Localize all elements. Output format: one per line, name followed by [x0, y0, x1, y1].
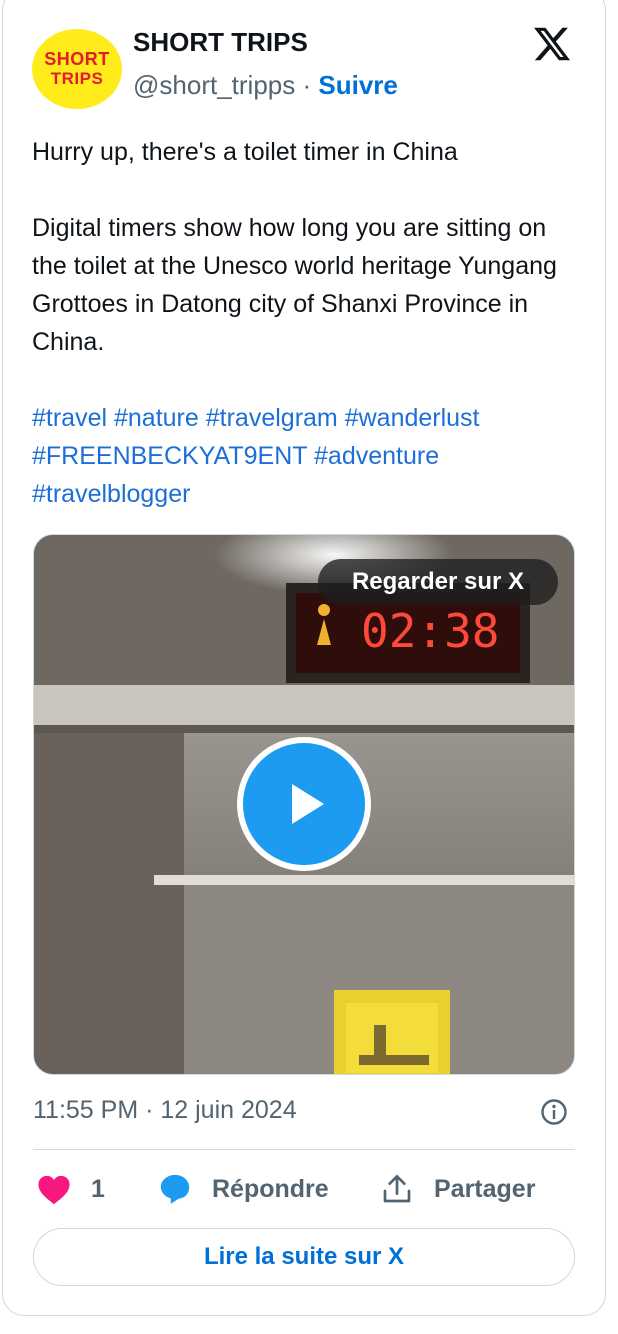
handle[interactable]: @short_tripps [133, 70, 295, 100]
read-more-button[interactable]: Lire la suite sur X [33, 1228, 575, 1286]
reply-button[interactable]: Répondre [212, 1175, 329, 1204]
timer-display: 02:38 [361, 604, 499, 658]
tweet-paragraph: Digital timers show how long you are sit… [32, 214, 557, 356]
hashtag[interactable]: #travelgram [206, 404, 338, 432]
hashtag-list: #travel #nature #travelgram #wanderlust … [32, 399, 582, 513]
hashtag[interactable]: #travel [32, 404, 107, 432]
action-bar: 1 Répondre Partager [33, 1170, 575, 1210]
hashtag[interactable]: #wanderlust [345, 404, 480, 432]
hashtag[interactable]: #adventure [314, 442, 439, 470]
share-button[interactable]: Partager [434, 1175, 535, 1204]
tweet-text: Hurry up, there's a toilet timer in Chin… [32, 133, 582, 513]
follow-button[interactable]: Suivre [318, 70, 398, 100]
speech-bubble-icon[interactable] [157, 1172, 193, 1206]
hashtag[interactable]: #travelblogger [32, 480, 190, 508]
info-icon[interactable] [540, 1098, 568, 1126]
play-button[interactable] [237, 737, 371, 871]
tweet-line1: Hurry up, there's a toilet timer in Chin… [32, 138, 458, 166]
hashtag[interactable]: #FREENBECKYAT9ENT [32, 442, 307, 470]
avatar-text-line1: SHORT [44, 49, 110, 69]
play-icon [292, 784, 324, 824]
timestamp[interactable]: 11:55 PM · 12 juin 2024 [33, 1096, 297, 1125]
avatar-text-line2: TRIPS [50, 69, 104, 88]
divider [33, 1149, 575, 1150]
avatar[interactable]: SHORT TRIPS [32, 29, 122, 109]
x-logo-icon[interactable] [530, 24, 574, 64]
like-count[interactable]: 1 [91, 1175, 105, 1204]
hashtag[interactable]: #nature [114, 404, 199, 432]
watch-on-x-button[interactable]: Regarder sur X [318, 559, 558, 605]
heart-icon[interactable] [37, 1174, 71, 1206]
share-upload-icon[interactable] [381, 1172, 413, 1206]
display-name[interactable]: SHORT TRIPS [133, 27, 308, 58]
separator-dot: · [302, 70, 312, 100]
handle-line: @short_tripps · Suivre [133, 70, 398, 101]
